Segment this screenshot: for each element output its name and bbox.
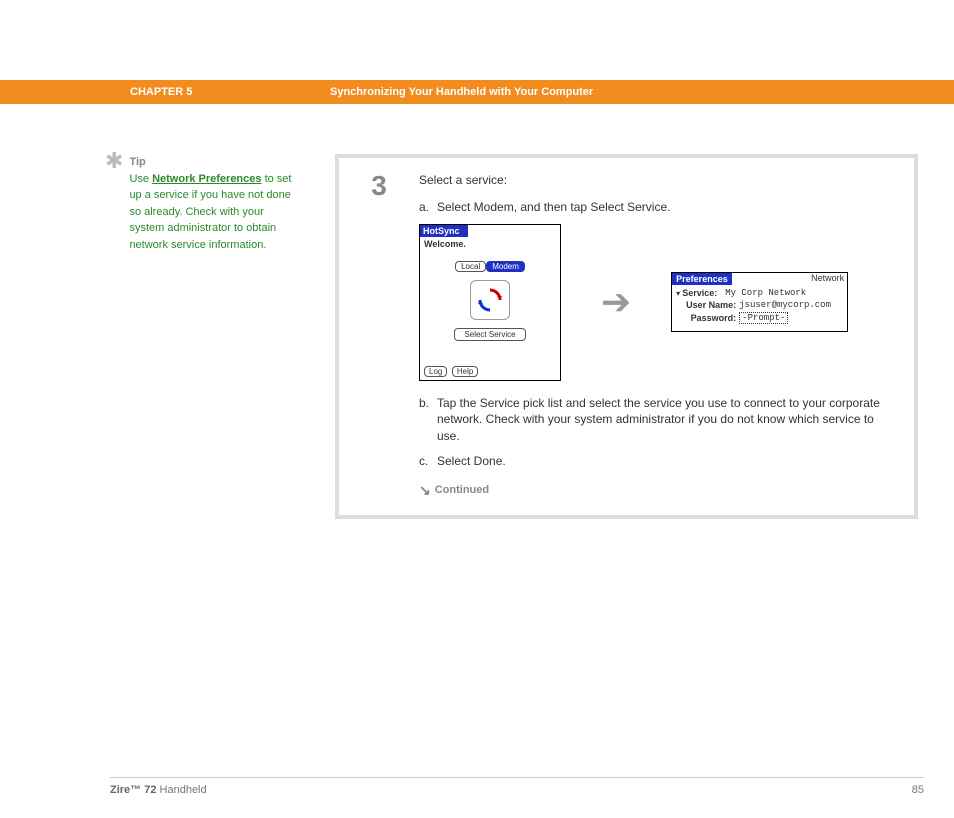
step-intro: Select a service: — [419, 172, 894, 189]
service-label: Service: — [682, 288, 725, 298]
product-bold: Zire™ 72 — [110, 784, 156, 796]
prefs-titlebar: Preferences Network — [672, 273, 847, 287]
step-c-text: Select Done. — [437, 453, 506, 470]
tip-block: ✱ Tip Use Network Preferences to set up … — [105, 154, 295, 253]
chapter-number: CHAPTER 5 — [130, 86, 330, 98]
hotsync-welcome: Welcome. — [420, 237, 560, 251]
password-row: Password: -Prompt- — [672, 311, 847, 325]
product-name: Zire™ 72 Handheld — [110, 784, 207, 796]
hotsync-tabs: LocalModem — [420, 261, 560, 272]
page-number: 85 — [912, 784, 924, 796]
continued-arrow-icon: ↘ — [419, 482, 431, 499]
step-a-text: Select Modem, and then tap Select Servic… — [437, 199, 670, 216]
arrow-right-icon: ➔ — [601, 281, 631, 323]
local-tab[interactable]: Local — [455, 261, 486, 272]
service-row: ▾ Service: My Corp Network — [672, 287, 847, 299]
hotsync-icon[interactable] — [470, 280, 510, 320]
step-a: a. Select Modem, and then tap Select Ser… — [419, 199, 894, 216]
chapter-title: Synchronizing Your Handheld with Your Co… — [330, 86, 593, 98]
tip-sidebar: ✱ Tip Use Network Preferences to set up … — [105, 154, 295, 519]
step-b-letter: b. — [419, 395, 437, 445]
preferences-screen: Preferences Network ▾ Service: My Corp N… — [671, 272, 848, 332]
step-b-text: Tap the Service pick list and select the… — [437, 395, 894, 445]
step-content: Select a service: a. Select Modem, and t… — [419, 168, 914, 499]
dropdown-caret-icon[interactable]: ▾ — [676, 289, 680, 298]
tip-label: Tip — [129, 156, 145, 168]
hotsync-title: HotSync — [420, 225, 468, 237]
product-rest: Handheld — [156, 784, 206, 796]
step-b: b. Tap the Service pick list and select … — [419, 395, 894, 445]
step-c-letter: c. — [419, 453, 437, 470]
hotsync-bottom-bar: Log Help — [424, 366, 480, 377]
screenshots-row: HotSync Welcome. LocalModem — [419, 224, 894, 381]
step-number: 3 — [339, 172, 419, 499]
prefs-category[interactable]: Network — [811, 273, 844, 285]
tip-content: Tip Use Network Preferences to set up a … — [129, 154, 295, 253]
password-value[interactable]: -Prompt- — [739, 312, 788, 324]
step-panel: 3 Select a service: a. Select Modem, and… — [335, 154, 918, 519]
select-service-button[interactable]: Select Service — [454, 328, 526, 341]
hotsync-screen: HotSync Welcome. LocalModem — [419, 224, 561, 381]
step-a-letter: a. — [419, 199, 437, 216]
log-button[interactable]: Log — [424, 366, 447, 377]
asterisk-icon: ✱ — [105, 154, 123, 253]
continued-label: Continued — [435, 484, 489, 496]
help-button[interactable]: Help — [452, 366, 478, 377]
username-label: User Name: — [676, 300, 739, 310]
username-value[interactable]: jsuser@mycorp.com — [739, 300, 831, 310]
username-row: User Name: jsuser@mycorp.com — [672, 299, 847, 311]
password-label: Password: — [676, 313, 739, 323]
chapter-header: CHAPTER 5 Synchronizing Your Handheld wi… — [0, 80, 954, 104]
tip-prefix: Use — [129, 173, 152, 185]
step-c: c. Select Done. — [419, 453, 894, 470]
modem-tab[interactable]: Modem — [486, 261, 525, 272]
prefs-title: Preferences — [672, 273, 732, 285]
page-footer: Zire™ 72 Handheld 85 — [110, 777, 924, 796]
page-body: ✱ Tip Use Network Preferences to set up … — [0, 154, 954, 519]
continued-indicator: ↘ Continued — [419, 482, 894, 499]
network-preferences-link[interactable]: Network Preferences — [152, 173, 261, 185]
service-value[interactable]: My Corp Network — [725, 288, 806, 298]
